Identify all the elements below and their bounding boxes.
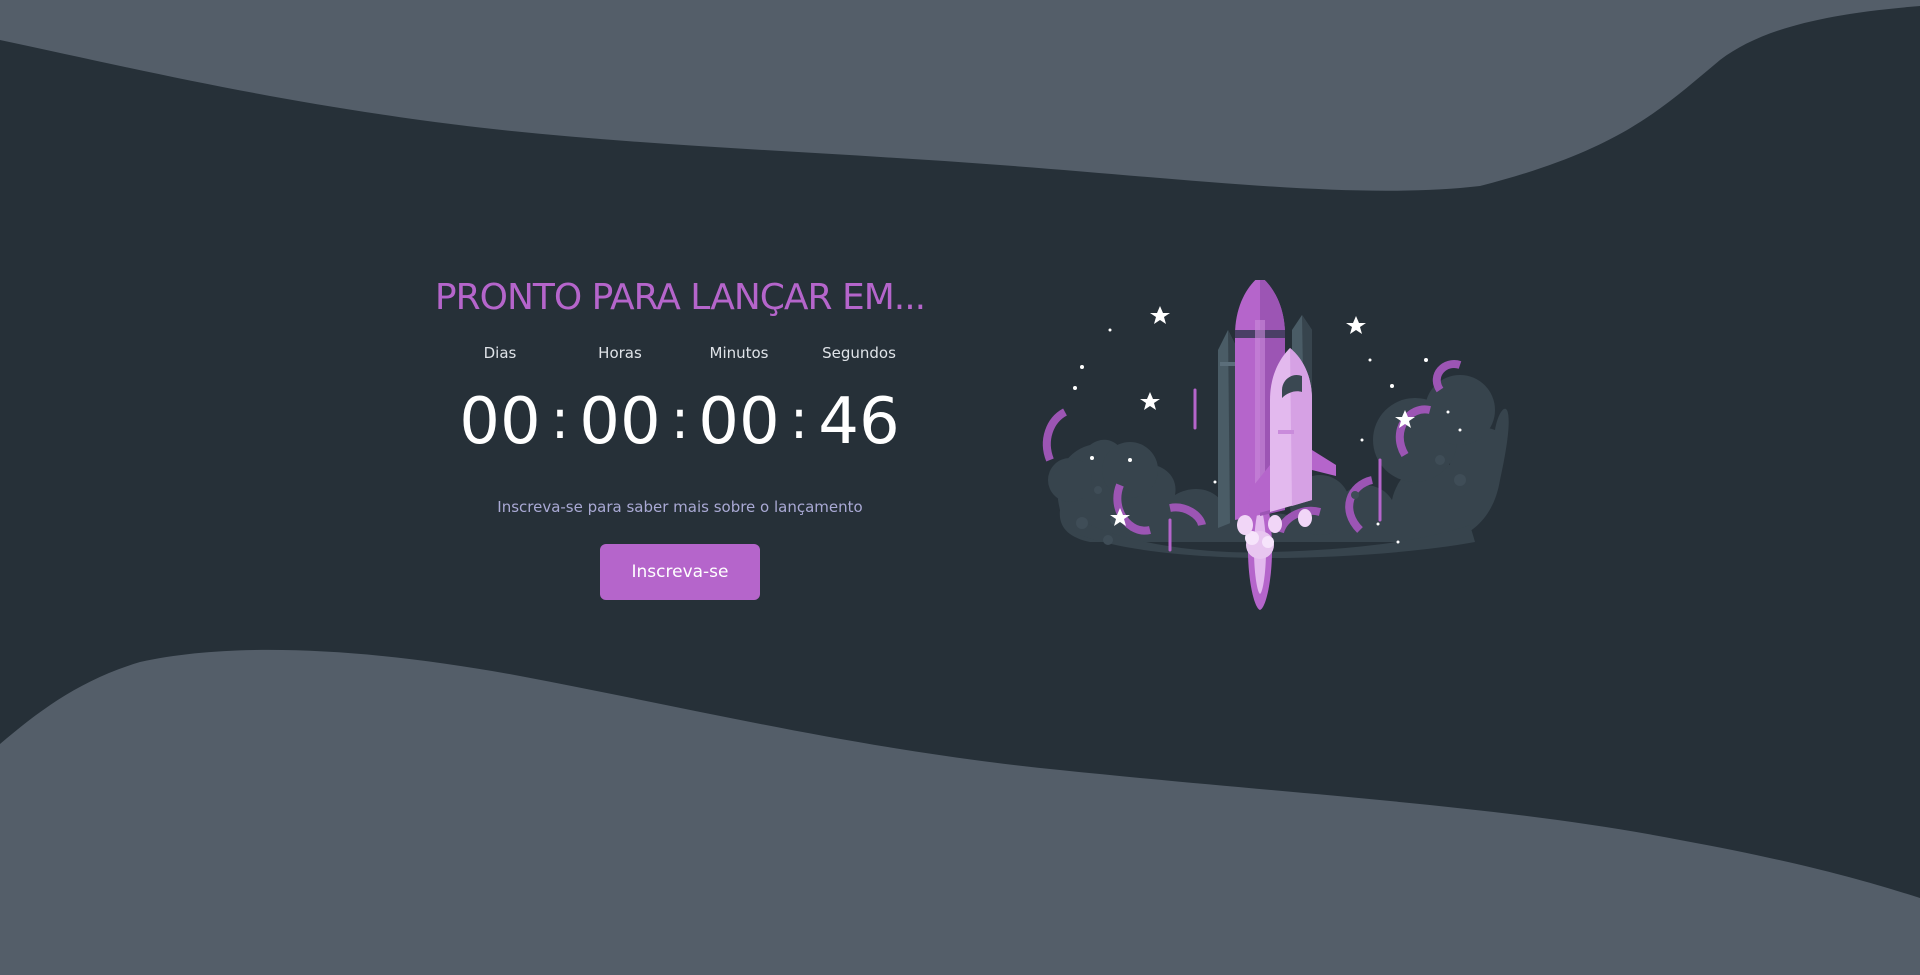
launch-page: PRONTO PARA LANÇAR EM... Dias Horas Minu…: [0, 0, 1920, 975]
countdown-section: PRONTO PARA LANÇAR EM... Dias Horas Minu…: [430, 270, 930, 600]
hours-value: 00: [579, 385, 661, 459]
countdown-labels: Dias Horas Minutos Segundos: [430, 344, 930, 368]
page-title: PRONTO PARA LANÇAR EM...: [434, 277, 926, 318]
seconds-label: Segundos: [822, 344, 896, 362]
days-label: Dias: [483, 344, 517, 362]
background-waves: [0, 0, 1920, 975]
minutes-label: Minutos: [709, 344, 769, 362]
hours-label: Horas: [598, 344, 642, 362]
top-wave: [0, 0, 1920, 191]
bottom-wave: [0, 649, 1920, 975]
days-value: 00: [459, 385, 541, 459]
minutes-value: 00: [698, 385, 780, 459]
subscribe-button[interactable]: Inscreva-se: [600, 544, 760, 600]
subscribe-tagline: Inscreva-se para saber mais sobre o lanç…: [497, 498, 863, 516]
seconds-value: 46: [818, 385, 900, 459]
countdown-timer: 00 : 00 : 00 : 46: [430, 382, 930, 462]
rocket-launch-illustration: [1042, 280, 1509, 610]
